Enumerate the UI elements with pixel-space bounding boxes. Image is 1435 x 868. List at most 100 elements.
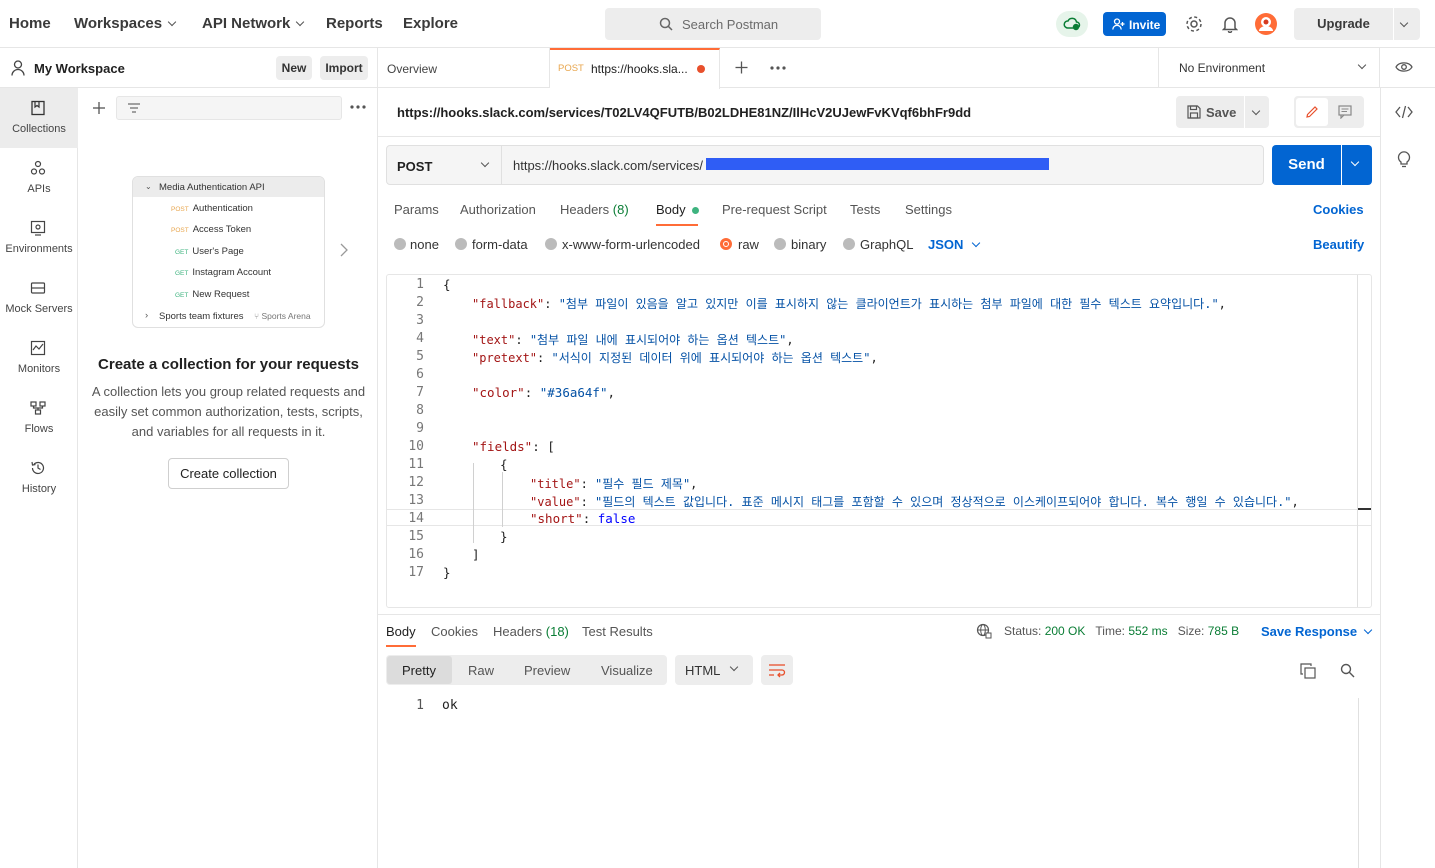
copy-icon[interactable] <box>1300 663 1316 679</box>
sidebar-item-collections[interactable]: Collections <box>0 88 78 148</box>
status-value[interactable]: 200 OK <box>1045 624 1086 638</box>
radio-form-data-label[interactable]: form-data <box>472 237 528 252</box>
notification-bell-icon[interactable] <box>1222 15 1238 33</box>
code-token: : <box>580 477 596 491</box>
lightbulb-icon[interactable] <box>1397 150 1411 168</box>
radio-urlencoded[interactable] <box>545 238 557 250</box>
view-visualize-button[interactable]: Visualize <box>601 663 653 678</box>
workspace-title[interactable]: My Workspace <box>34 61 125 76</box>
radio-none[interactable] <box>394 238 406 250</box>
line-number: 4 <box>416 331 424 346</box>
code-line: "color": "#36a64f", <box>472 385 615 400</box>
radio-binary-label[interactable]: binary <box>791 237 826 252</box>
radio-urlencoded-label[interactable]: x-www-form-urlencoded <box>562 237 700 252</box>
tab-active-request[interactable]: POST https://hooks.sla... <box>550 48 720 89</box>
sidebar-item-flows[interactable]: Flows <box>0 388 78 448</box>
tab-method-badge: POST <box>558 63 584 74</box>
radio-none-label[interactable]: none <box>410 237 439 252</box>
add-collection-icon[interactable] <box>92 101 106 115</box>
network-globe-icon[interactable] <box>976 623 992 639</box>
code-line: "fields": [ <box>472 439 555 454</box>
settings-gear-icon[interactable] <box>1185 15 1203 33</box>
tab-settings[interactable]: Settings <box>905 202 952 217</box>
tab-body[interactable]: Body <box>656 202 699 217</box>
request-title[interactable]: https://hooks.slack.com/services/T02LV4Q… <box>397 105 971 120</box>
view-raw-button[interactable]: Raw <box>468 663 494 678</box>
response-tab-headers[interactable]: Headers (18) <box>493 624 569 639</box>
new-button[interactable]: New <box>276 56 312 80</box>
response-tab-cookies[interactable]: Cookies <box>431 624 478 639</box>
tab-headers[interactable]: Headers (8) <box>560 202 629 217</box>
time-value[interactable]: 552 ms <box>1128 624 1167 638</box>
radio-raw[interactable] <box>720 238 732 250</box>
radio-graphql[interactable] <box>843 238 855 250</box>
comments-icon[interactable] <box>1338 105 1352 119</box>
nav-home[interactable]: Home <box>9 15 51 32</box>
response-format-select[interactable]: HTML <box>675 655 753 685</box>
environment-label: No Environment <box>1179 61 1266 75</box>
sidebar-item-history[interactable]: History <box>0 448 78 508</box>
nav-reports[interactable]: Reports <box>326 15 383 32</box>
sidebar-item-environments[interactable]: Environments <box>0 208 78 268</box>
eye-icon[interactable] <box>1395 61 1413 73</box>
import-button[interactable]: Import <box>320 56 368 80</box>
upgrade-button[interactable]: Upgrade <box>1294 8 1393 40</box>
json-string: "필드의 텍스트 값입니다. 표준 메시지 태그를 포함할 수 있으며 정상적으… <box>595 495 1292 509</box>
nav-explore[interactable]: Explore <box>403 15 458 32</box>
upgrade-options-button[interactable] <box>1394 8 1420 40</box>
save-response-button[interactable]: Save Response <box>1261 624 1373 639</box>
send-button[interactable]: Send <box>1272 145 1341 185</box>
json-key: "title" <box>530 477 581 491</box>
sidebar-item-monitors[interactable]: Monitors <box>0 328 78 388</box>
new-tab-icon[interactable] <box>735 61 748 74</box>
response-tab-test-results[interactable]: Test Results <box>582 624 653 639</box>
response-tab-body[interactable]: Body <box>386 624 416 639</box>
radio-graphql-label[interactable]: GraphQL <box>860 237 913 252</box>
chevron-down-icon <box>1399 18 1409 28</box>
tab-params[interactable]: Params <box>394 202 439 217</box>
code-icon[interactable] <box>1395 105 1413 119</box>
illustration-request: POST Access Token <box>171 224 251 235</box>
chevron-down-icon <box>1350 157 1360 167</box>
beautify-button[interactable]: Beautify <box>1313 237 1364 252</box>
flows-icon <box>30 401 46 415</box>
view-pretty-label[interactable]: Pretty <box>402 663 436 678</box>
code-token: , <box>786 333 794 347</box>
response-scrollbar[interactable] <box>1358 698 1359 868</box>
collection-filter-input[interactable] <box>116 96 342 120</box>
more-tabs-icon[interactable] <box>770 66 786 70</box>
tab-authorization[interactable]: Authorization <box>460 202 536 217</box>
nav-workspaces[interactable]: Workspaces <box>74 15 177 32</box>
create-collection-button[interactable]: Create collection <box>168 458 289 489</box>
method-select[interactable]: POST <box>386 145 502 185</box>
view-preview-button[interactable]: Preview <box>524 663 570 678</box>
code-line: { <box>443 277 451 292</box>
save-button[interactable]: Save <box>1176 96 1244 128</box>
user-avatar-icon[interactable] <box>1254 12 1278 36</box>
size-value[interactable]: 785 B <box>1208 624 1239 638</box>
more-options-icon[interactable] <box>350 105 366 109</box>
chevron-down-icon <box>729 662 739 672</box>
sidebar-item-mock-servers[interactable]: Mock Servers <box>0 268 78 328</box>
tab-overview[interactable]: Overview <box>378 48 550 88</box>
radio-raw-label[interactable]: raw <box>738 237 759 252</box>
tab-pre-request-script[interactable]: Pre-request Script <box>722 202 827 217</box>
radio-form-data[interactable] <box>455 238 467 250</box>
search-bar[interactable]: Search Postman <box>605 8 821 40</box>
edit-mode-button[interactable] <box>1296 98 1328 126</box>
sync-status-button[interactable] <box>1056 11 1088 37</box>
language-select[interactable]: JSON <box>928 237 981 252</box>
search-icon[interactable] <box>1340 663 1355 678</box>
wrap-lines-button[interactable] <box>761 655 793 685</box>
nav-api-network[interactable]: API Network <box>202 15 305 32</box>
send-options-button[interactable] <box>1342 145 1372 185</box>
cookies-link[interactable]: Cookies <box>1313 202 1364 217</box>
sidebar-item-apis[interactable]: APIs <box>0 148 78 208</box>
invite-button[interactable]: Invite <box>1103 12 1166 36</box>
radio-binary[interactable] <box>774 238 786 250</box>
tab-tests[interactable]: Tests <box>850 202 880 217</box>
editor-scrollbar[interactable] <box>1357 275 1358 607</box>
collection-illustration: ⌄ Media Authentication API POST Authentic… <box>132 176 325 328</box>
environment-selector[interactable]: No Environment <box>1158 48 1380 88</box>
save-options-button[interactable] <box>1245 96 1269 128</box>
